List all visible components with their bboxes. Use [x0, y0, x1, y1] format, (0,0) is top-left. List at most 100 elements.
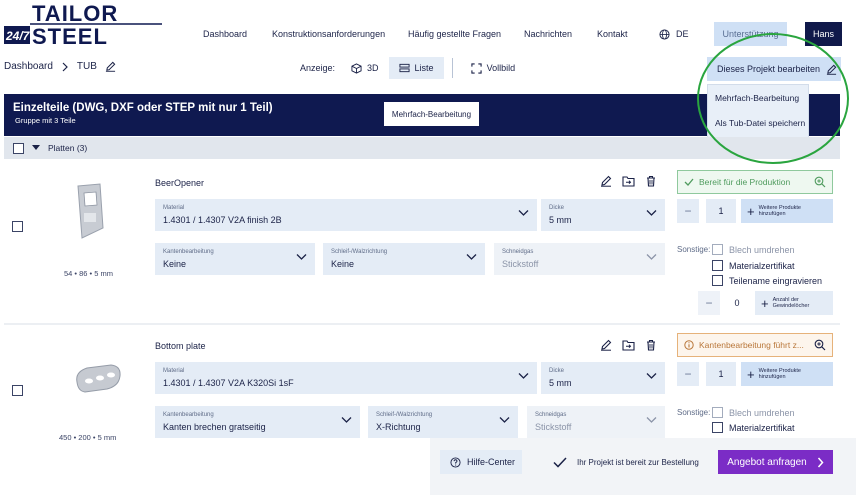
threads-decrease-button[interactable]: −: [698, 291, 720, 315]
nav-faq[interactable]: Häufig gestellte Fragen: [408, 22, 501, 46]
material-label: Material: [163, 205, 185, 211]
nav-dashboard[interactable]: Dashboard: [203, 22, 247, 46]
toolbar-divider: [451, 58, 453, 78]
edge-processing-select[interactable]: Kantenbearbeitung Keine: [155, 243, 315, 275]
user-menu-button[interactable]: Hans: [805, 22, 842, 46]
quantity-value[interactable]: 1: [706, 362, 736, 386]
cutting-gas-select[interactable]: Schneidgas Stickstoff: [494, 243, 665, 275]
caret-down-icon[interactable]: [32, 145, 40, 151]
request-quote-label: Angebot anfragen: [727, 456, 807, 468]
request-quote-button[interactable]: Angebot anfragen: [718, 450, 833, 474]
trash-icon[interactable]: [645, 339, 657, 351]
cutting-gas-select[interactable]: Schneidgas Stickstoff: [527, 406, 665, 438]
edit-project-button[interactable]: Dieses Projekt bearbeiten: [707, 57, 841, 81]
quantity-decrease-button[interactable]: −: [677, 362, 699, 386]
folder-move-icon[interactable]: [622, 339, 635, 351]
add-threads-button[interactable]: + Anzahl der Gewindelöcher: [755, 291, 833, 315]
option-flip-sheet[interactable]: Blech umdrehen: [712, 244, 795, 255]
thickness-value: 5 mm: [549, 215, 572, 225]
pencil-icon[interactable]: [105, 61, 116, 72]
breadcrumb: Dashboard TUB: [4, 61, 116, 72]
checkbox[interactable]: [712, 244, 723, 255]
checkbox[interactable]: [712, 422, 723, 433]
material-select[interactable]: Material 1.4301 / 1.4307 V2A finish 2B: [155, 199, 537, 231]
zoom-in-icon: [814, 176, 826, 188]
quantity-value[interactable]: 1: [706, 199, 736, 223]
check-icon: [684, 178, 694, 186]
option-material-certificate[interactable]: Materialzertifikat: [712, 260, 795, 271]
option-engrave-name[interactable]: Teilename eingravieren: [712, 275, 822, 286]
part-thumbnail[interactable]: [70, 183, 108, 241]
part-actions: [600, 175, 657, 187]
select-all-checkbox[interactable]: [13, 142, 24, 154]
support-button[interactable]: Unterstützung: [714, 22, 787, 46]
quantity-decrease-button[interactable]: −: [677, 199, 699, 223]
row-divider: [4, 323, 840, 325]
pencil-icon: [826, 64, 837, 75]
breadcrumb-dashboard[interactable]: Dashboard: [4, 61, 53, 72]
pencil-icon[interactable]: [600, 339, 612, 351]
check-icon: [553, 456, 567, 468]
checkbox[interactable]: [712, 260, 723, 271]
view-fullscreen-button[interactable]: Vollbild: [461, 57, 526, 79]
cut-value: Stickstoff: [535, 422, 572, 432]
part-dimensions: 54 • 86 • 5 mm: [64, 269, 114, 278]
view-list-label: Liste: [414, 63, 434, 73]
help-center-button[interactable]: Hilfe-Center: [440, 450, 522, 474]
material-select[interactable]: Material 1.4301 / 1.4307 V2A K320Si 1sF: [155, 362, 537, 394]
language-selector[interactable]: DE: [659, 22, 689, 46]
info-icon: [684, 340, 694, 350]
nav-konstruktionsanforderungen[interactable]: Konstruktionsanforderungen: [272, 22, 385, 46]
thickness-select[interactable]: Dicke 5 mm: [541, 362, 665, 394]
fullscreen-icon: [470, 62, 482, 74]
option-material-certificate[interactable]: Materialzertifikat: [712, 422, 795, 433]
view-3d-label: 3D: [367, 63, 379, 73]
nav-kontakt[interactable]: Kontakt: [597, 22, 628, 46]
chevron-down-icon: [499, 417, 510, 423]
folder-move-icon[interactable]: [622, 175, 635, 187]
thickness-select[interactable]: Dicke 5 mm: [541, 199, 665, 231]
grind-direction-select[interactable]: Schleif-/Walzrichtung X-Richtung: [368, 406, 518, 438]
part-checkbox[interactable]: [12, 221, 23, 232]
option-flip-sheet[interactable]: Blech umdrehen: [712, 407, 795, 418]
grind-value: Keine: [331, 259, 355, 269]
order-ready-status: Ihr Projekt ist bereit zur Bestellung: [545, 450, 717, 474]
breadcrumb-project: TUB: [76, 61, 97, 72]
part-checkbox[interactable]: [12, 385, 23, 396]
thickness-value: 5 mm: [549, 378, 572, 388]
view-toolbar: Anzeige: 3D Liste Vollbild: [300, 57, 525, 79]
cut-label: Schneidgas: [535, 412, 567, 418]
status-badge[interactable]: Kantenbearbeitung führt z...: [677, 333, 833, 357]
grind-direction-select[interactable]: Schleif-/Walzrichtung Keine: [323, 243, 485, 275]
logo-tailor-text: TAILOR: [32, 2, 118, 26]
threads-value[interactable]: 0: [722, 291, 752, 315]
status-badge[interactable]: Bereit für die Produktion: [677, 170, 833, 194]
part-thumbnail[interactable]: [73, 362, 123, 396]
add-products-button[interactable]: + Weitere Produkte hinzufügen: [741, 199, 833, 223]
plus-icon: +: [747, 366, 755, 382]
view-list-button[interactable]: Liste: [388, 57, 444, 79]
edge-label: Kantenbearbeitung: [163, 412, 214, 418]
multi-edit-button[interactable]: Mehrfach-Bearbeitung: [384, 102, 479, 126]
part-dimensions: 450 • 200 • 5 mm: [59, 433, 117, 442]
material-value: 1.4301 / 1.4307 V2A K320Si 1sF: [163, 378, 294, 388]
cube-icon: [351, 62, 362, 74]
menu-item-multi-edit[interactable]: Mehrfach-Bearbeitung: [708, 85, 808, 110]
edge-processing-select[interactable]: Kantenbearbeitung Kanten brechen gratsei…: [155, 406, 360, 438]
grind-value: X-Richtung: [376, 422, 421, 432]
menu-item-save-tub[interactable]: Als Tub-Datei speichern: [708, 110, 808, 135]
logo-247-text: 24/7: [5, 29, 31, 43]
cut-value: Stickstoff: [502, 259, 539, 269]
trash-icon[interactable]: [645, 175, 657, 187]
checkbox[interactable]: [712, 407, 723, 418]
language-code: DE: [676, 29, 689, 39]
pencil-icon[interactable]: [600, 175, 612, 187]
add-products-button[interactable]: + Weitere Produkte hinzufügen: [741, 362, 833, 386]
nav-nachrichten[interactable]: Nachrichten: [524, 22, 572, 46]
tailor-steel-logo[interactable]: TAILOR 24/7 STEEL: [4, 2, 164, 46]
part-name: BeerOpener: [155, 178, 205, 188]
plus-icon: +: [747, 203, 755, 219]
checkbox[interactable]: [712, 275, 723, 286]
view-fullscreen-label: Vollbild: [486, 63, 516, 73]
view-3d-button[interactable]: 3D: [341, 57, 389, 79]
